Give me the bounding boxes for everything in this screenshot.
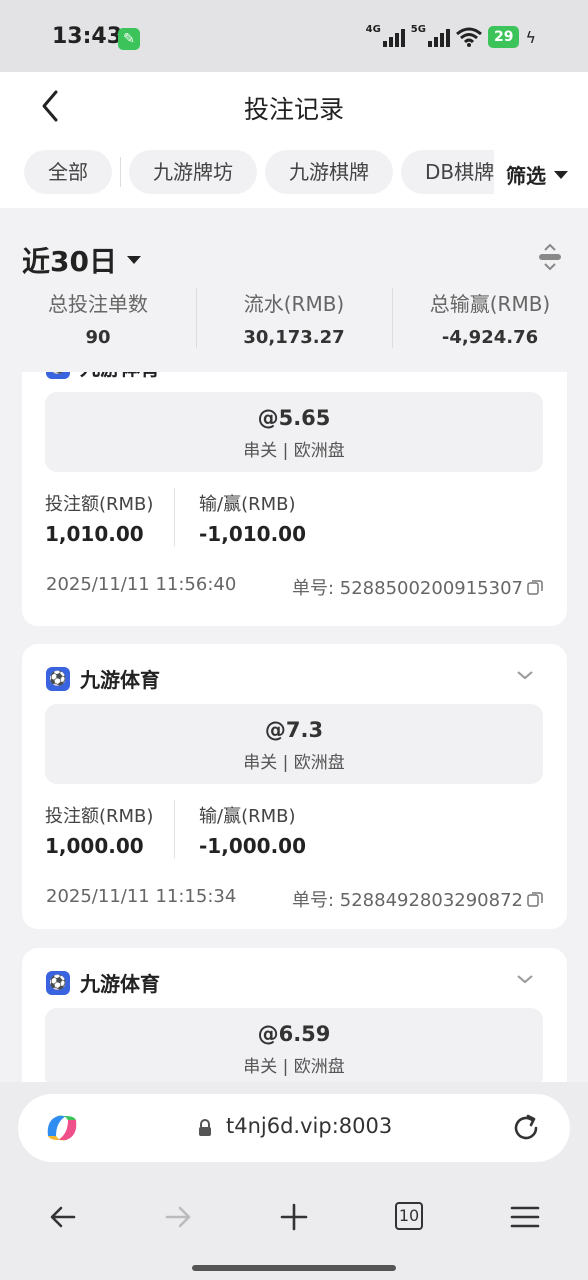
- bet-type: 串关 | 欧洲盘: [243, 441, 345, 461]
- tab-divider: [120, 157, 121, 187]
- order-number[interactable]: 单号: 5288500200915307: [292, 574, 543, 600]
- caret-down-icon: [126, 256, 141, 264]
- platform-tabs: 全部 九游牌坊 九游棋牌 DB棋牌: [24, 150, 494, 194]
- stat-value: 30,173.27: [243, 327, 345, 348]
- chevron-down-icon[interactable]: [515, 668, 535, 682]
- forward-icon[interactable]: [163, 1202, 193, 1232]
- card-header: ⚽ 九游体育: [46, 372, 160, 381]
- network-5g-label: 5G: [410, 24, 426, 35]
- status-indicators: 4G 5G 29 ϟ: [366, 24, 536, 50]
- copilot-icon[interactable]: [42, 1110, 82, 1146]
- stake-value: 1,010.00: [45, 522, 144, 546]
- browser-toolbar: t4nj6d.vip:8003 10: [0, 1082, 588, 1280]
- platform-name: 九游体育: [80, 972, 160, 996]
- page-header: 投注记录 全部 九游牌坊 九游棋牌 DB棋牌 筛选: [0, 72, 588, 208]
- back-icon[interactable]: [48, 1202, 78, 1232]
- filter-label: 筛选: [506, 164, 546, 188]
- stat-label: 总输赢(RMB): [429, 292, 551, 316]
- bet-record-list[interactable]: ⚽ 九游体育 @5.65 串关 | 欧洲盘 投注额(RMB) 1,010.00 …: [0, 372, 588, 1082]
- order-text: 单号: 5288500200915307: [291, 578, 523, 599]
- bet-type: 串关 | 欧洲盘: [243, 1057, 345, 1077]
- charging-icon: ϟ: [525, 27, 536, 47]
- stat-label: 流水(RMB): [243, 292, 345, 316]
- stake-label: 投注额(RMB): [45, 494, 154, 515]
- date-range-label: 近30日: [22, 245, 117, 278]
- tab-all[interactable]: 全部: [24, 150, 112, 194]
- sports-logo-icon: ⚽: [46, 970, 70, 995]
- page-title: 投注记录: [243, 95, 344, 124]
- signal-icon: [382, 27, 405, 47]
- filter-button[interactable]: 筛选: [498, 160, 568, 189]
- stat-value: 90: [85, 327, 111, 348]
- status-time: 13:43: [52, 24, 123, 49]
- home-indicator[interactable]: [192, 1265, 396, 1271]
- order-text: 单号: 5288492803290872: [291, 890, 523, 911]
- result-label: 输/赢(RMB): [199, 494, 296, 515]
- divider: [174, 800, 175, 858]
- browser-nav: 10: [0, 1192, 588, 1242]
- new-tab-icon[interactable]: [279, 1202, 309, 1232]
- result-block: 输/赢(RMB) -1,000.00: [199, 802, 306, 858]
- stat-total-bets: 总投注单数 90: [0, 288, 196, 348]
- card-header: ⚽ 九游体育: [46, 968, 160, 997]
- stake-label: 投注额(RMB): [45, 806, 154, 827]
- tab-jiuyou-qipai[interactable]: 九游棋牌: [265, 150, 393, 194]
- tab-db-qipai[interactable]: DB棋牌: [401, 150, 494, 194]
- stat-label: 总投注单数: [48, 292, 148, 316]
- lock-icon: [199, 1119, 211, 1136]
- odds-box: @6.59 串关 | 欧洲盘: [45, 1008, 543, 1082]
- copy-icon[interactable]: [527, 891, 543, 907]
- url-text: t4nj6d.vip:8003: [226, 1114, 393, 1138]
- result-value: -1,010.00: [199, 522, 306, 546]
- odds-value: @6.59: [257, 1022, 331, 1046]
- stake-block: 投注额(RMB) 1,000.00: [45, 802, 153, 858]
- sports-logo-icon: ⚽: [46, 666, 70, 691]
- bet-time: 2025/11/11 11:15:34: [46, 886, 237, 907]
- divider: [174, 488, 175, 546]
- stats-row: 总投注单数 90 流水(RMB) 30,173.27 总输赢(RMB) -4,9…: [0, 288, 588, 348]
- stat-turnover: 流水(RMB) 30,173.27: [196, 288, 392, 348]
- sort-icon[interactable]: [538, 242, 562, 272]
- sports-logo-icon: ⚽: [46, 372, 70, 379]
- bet-record-card[interactable]: ⚽ 九游体育 @5.65 串关 | 欧洲盘 投注额(RMB) 1,010.00 …: [22, 372, 567, 626]
- odds-box: @7.3 串关 | 欧洲盘: [45, 704, 543, 784]
- stat-total-winloss: 总输赢(RMB) -4,924.76: [392, 288, 588, 348]
- bet-record-card[interactable]: ⚽ 九游体育 @7.3 串关 | 欧洲盘 投注额(RMB) 1,000.00 输…: [22, 644, 567, 929]
- odds-value: @5.65: [257, 406, 331, 430]
- network-4g-label: 4G: [365, 24, 381, 35]
- reload-icon[interactable]: [510, 1112, 542, 1144]
- odds-value: @7.3: [264, 718, 324, 742]
- caret-down-icon: [554, 170, 568, 179]
- battery-icon: 29: [487, 26, 520, 48]
- signal-icon: [427, 27, 450, 47]
- stake-value: 1,000.00: [45, 834, 144, 858]
- result-value: -1,000.00: [199, 834, 306, 858]
- bet-record-card[interactable]: ⚽ 九游体育 @6.59 串关 | 欧洲盘: [22, 948, 567, 1082]
- wrench-icon: ✎: [118, 28, 140, 50]
- result-label: 输/赢(RMB): [199, 806, 296, 827]
- stake-block: 投注额(RMB) 1,010.00: [45, 490, 153, 546]
- menu-icon[interactable]: [510, 1202, 540, 1232]
- chevron-down-icon[interactable]: [515, 972, 535, 986]
- bet-type: 串关 | 欧洲盘: [243, 753, 345, 773]
- copy-icon[interactable]: [527, 579, 543, 595]
- bet-time: 2025/11/11 11:56:40: [46, 574, 237, 595]
- stat-value: -4,924.76: [441, 327, 539, 348]
- platform-name: 九游体育: [80, 668, 160, 692]
- result-block: 输/赢(RMB) -1,010.00: [199, 490, 306, 546]
- platform-name: 九游体育: [80, 372, 160, 381]
- summary-panel: 近30日 总投注单数 90 流水(RMB) 30,173.27 总输赢(RMB)…: [0, 208, 588, 372]
- card-header: ⚽ 九游体育: [46, 664, 160, 693]
- date-range-dropdown[interactable]: 近30日: [22, 240, 141, 280]
- status-bar: 13:43 ✎ 4G 5G 29 ϟ: [0, 0, 588, 72]
- odds-box: @5.65 串关 | 欧洲盘: [45, 392, 543, 472]
- tab-switcher-button[interactable]: 10: [395, 1202, 423, 1230]
- wifi-icon: [455, 27, 482, 47]
- order-number[interactable]: 单号: 5288492803290872: [292, 886, 543, 912]
- address-bar[interactable]: t4nj6d.vip:8003: [18, 1094, 570, 1162]
- tab-jiuyou-paifang[interactable]: 九游牌坊: [129, 150, 257, 194]
